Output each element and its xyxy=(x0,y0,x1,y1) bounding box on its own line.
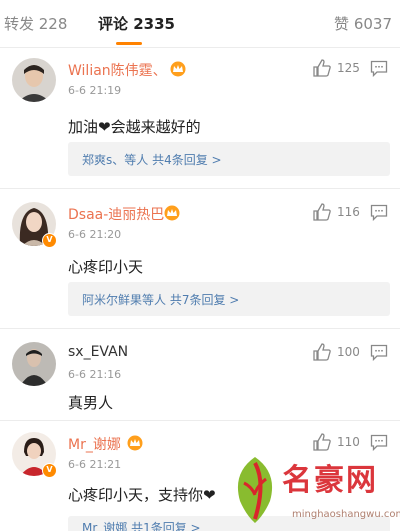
like-count: 110 xyxy=(337,435,360,449)
replies-summary: Mr_谢娜 共1条回复 > xyxy=(82,521,201,531)
thumbs-up-icon xyxy=(313,433,331,451)
reply-icon[interactable] xyxy=(370,204,388,221)
like-count: 116 xyxy=(337,205,360,219)
username[interactable]: Mr_谢娜 xyxy=(68,434,121,454)
like-count: 125 xyxy=(337,61,360,75)
thumbs-up-icon xyxy=(313,59,331,77)
crown-badge-icon xyxy=(170,61,186,77)
username[interactable]: Dsaa-迪丽热巴 xyxy=(68,204,164,224)
reply-icon[interactable] xyxy=(370,344,388,361)
crown-badge-icon xyxy=(164,205,180,221)
comment-time: 6-6 21:16 xyxy=(68,368,122,381)
tab-likes[interactable]: 赞 6037 xyxy=(334,13,392,34)
replies-summary: 郑爽s、等人 共4条回复 > xyxy=(82,153,222,167)
like-button[interactable]: 100 xyxy=(312,342,372,362)
divider xyxy=(0,188,400,189)
like-count: 100 xyxy=(337,345,360,359)
watermark-url: minghaoshangwu.com xyxy=(292,509,400,520)
username[interactable]: sx_EVAN xyxy=(68,344,128,360)
thumbs-up-icon xyxy=(313,343,331,361)
divider xyxy=(0,328,400,329)
username[interactable]: Wilian陈伟霆、 xyxy=(68,60,167,80)
tab-comments[interactable]: 评论 2335 xyxy=(98,13,175,34)
thumbs-up-icon xyxy=(313,203,331,221)
comment-time: 6-6 21:21 xyxy=(68,458,122,471)
like-button[interactable]: 125 xyxy=(312,58,372,78)
verified-badge-icon: V xyxy=(42,233,57,248)
watermark-title: 名豪网 xyxy=(282,463,378,498)
avatar[interactable] xyxy=(12,58,56,102)
comment-time: 6-6 21:19 xyxy=(68,84,122,97)
comment-time: 6-6 21:20 xyxy=(68,228,122,241)
crown-badge-icon xyxy=(127,435,143,451)
verified-badge-icon: V xyxy=(42,463,57,478)
reply-icon[interactable] xyxy=(370,434,388,451)
like-button[interactable]: 110 xyxy=(312,432,372,452)
comment-text: 真男人 xyxy=(68,394,114,412)
like-button[interactable]: 116 xyxy=(312,202,372,222)
replies-summary: 阿米尔鲜果等人 共7条回复 > xyxy=(82,293,240,307)
replies-link[interactable]: 郑爽s、等人 共4条回复 > xyxy=(68,142,390,176)
divider xyxy=(0,420,400,421)
replies-link[interactable]: 阿米尔鲜果等人 共7条回复 > xyxy=(68,282,390,316)
comment-text: 心疼印小天 xyxy=(68,258,144,276)
comment-tabs: 转发 228 评论 2335 赞 6037 xyxy=(0,0,400,48)
comment-text: 心疼印小天，支持你❤ xyxy=(68,486,216,504)
comment-text: 加油❤会越来越好的 xyxy=(68,118,201,136)
tab-reposts[interactable]: 转发 228 xyxy=(4,13,67,34)
active-tab-indicator xyxy=(116,42,142,45)
watermark-logo: 名豪网 minghaoshangwu.com xyxy=(222,453,400,531)
avatar[interactable] xyxy=(12,342,56,386)
leaf-logo-icon xyxy=(237,457,273,523)
reply-icon[interactable] xyxy=(370,60,388,77)
